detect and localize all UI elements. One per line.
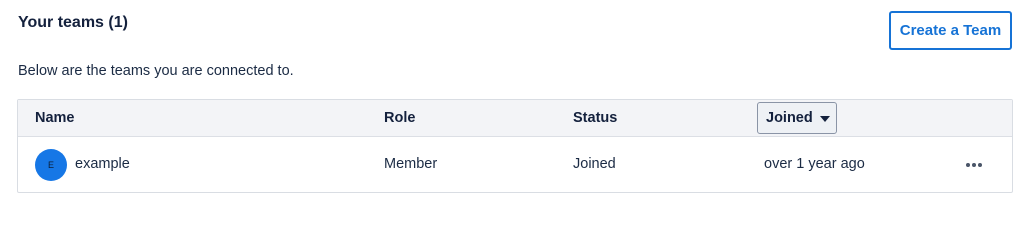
team-status: Joined — [573, 156, 616, 172]
team-role: Member — [384, 156, 438, 172]
avatar-initial: E — [47, 160, 54, 170]
column-header-joined-label: Joined — [766, 110, 813, 126]
column-header-name: Name — [35, 110, 75, 126]
teams-table: Name Role Status Joined E example Member… — [17, 99, 1013, 193]
column-header-role: Role — [384, 110, 416, 126]
column-header-status: Status — [573, 110, 618, 126]
team-name[interactable]: example — [75, 156, 130, 172]
dot — [978, 163, 982, 167]
team-joined: over 1 year ago — [764, 156, 865, 172]
more-horizontal-icon[interactable] — [962, 157, 986, 173]
table-header: Name Role Status Joined — [18, 100, 1012, 137]
teams-page: Your teams (1) Create a Team Below are t… — [0, 0, 1018, 204]
create-team-button[interactable]: Create a Team — [889, 11, 1012, 50]
page-title: Your teams (1) — [18, 14, 128, 31]
avatar: E — [35, 149, 67, 181]
dot — [966, 163, 970, 167]
table-row[interactable]: E example Member Joined over 1 year ago — [18, 137, 1012, 193]
column-header-joined-sort-button[interactable]: Joined — [757, 102, 837, 134]
page-description: Below are the teams you are connected to… — [18, 63, 294, 79]
caret-down-icon — [819, 115, 830, 122]
dot — [972, 163, 976, 167]
